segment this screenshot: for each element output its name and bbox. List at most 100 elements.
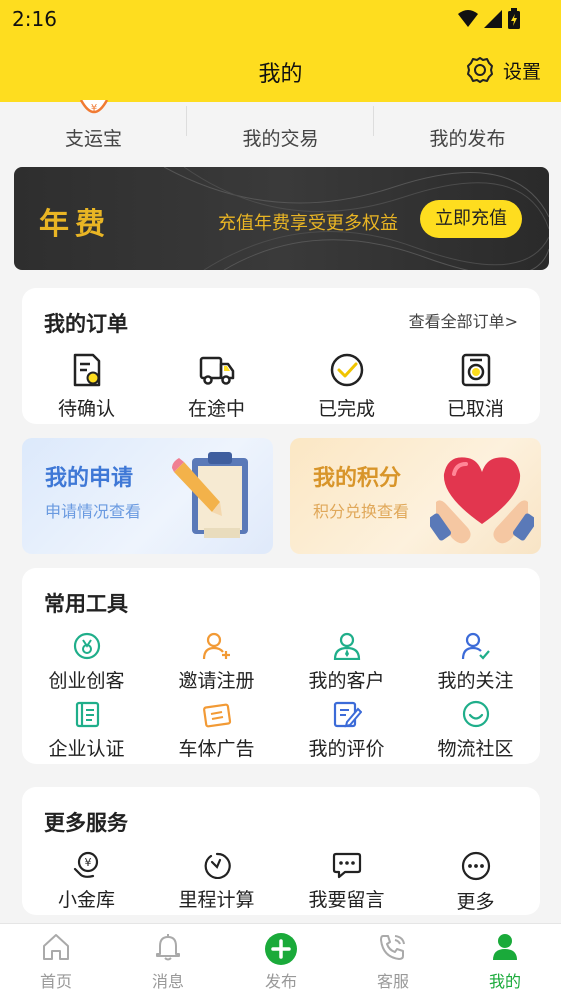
- promo-title: 我的积分: [313, 466, 402, 491]
- view-all-orders-link[interactable]: 查看全部订单>: [409, 308, 518, 332]
- message-icon: [332, 852, 361, 879]
- tool-logistics-community[interactable]: 物流社区: [411, 700, 540, 761]
- tool-vehicle-ads[interactable]: 车体广告: [152, 700, 281, 761]
- tool-my-customers[interactable]: 我的客户: [282, 632, 411, 693]
- follow-user-icon: [461, 632, 490, 660]
- order-label: 待确认: [57, 398, 115, 420]
- service-mileage-calc[interactable]: 里程计算: [152, 851, 281, 912]
- wifi-icon: [458, 10, 478, 27]
- tool-my-reviews[interactable]: 我的评价: [282, 700, 411, 761]
- orders-title: 我的订单: [44, 312, 128, 336]
- coin-icon: ¥: [79, 100, 109, 114]
- truck-icon: [199, 356, 234, 385]
- tab-label: 我的发布: [429, 128, 506, 150]
- plus-circle-icon: [265, 933, 297, 965]
- status-icons: [457, 8, 521, 30]
- order-cancelled[interactable]: 已取消: [411, 352, 540, 421]
- services-card: 更多服务 ¥ 小金库 里程计算 我要留言 更多: [22, 787, 540, 915]
- recharge-button[interactable]: 立即充值: [420, 200, 522, 238]
- nav-label: 首页: [39, 972, 72, 991]
- order-pending[interactable]: 待确认: [22, 352, 151, 421]
- service-small-vault[interactable]: ¥ 小金库: [22, 851, 151, 912]
- order-in-transit[interactable]: 在途中: [152, 352, 281, 421]
- nav-label: 消息: [151, 972, 184, 991]
- service-label: 小金库: [57, 889, 115, 911]
- tool-label: 我的评价: [308, 738, 385, 760]
- promo-subtitle: 积分兑换查看: [313, 502, 410, 521]
- tool-invite-register[interactable]: 邀请注册: [152, 632, 281, 693]
- tool-label: 车体广告: [178, 738, 255, 760]
- tab-label: 支运宝: [64, 128, 122, 150]
- add-user-icon: [202, 632, 230, 660]
- settings-button[interactable]: 设置: [465, 55, 541, 85]
- nav-label: 客服: [376, 972, 409, 991]
- tool-my-follows[interactable]: 我的关注: [411, 632, 540, 693]
- pending-doc-icon: [73, 353, 100, 387]
- nav-me[interactable]: 我的: [449, 932, 561, 992]
- promo-subtitle: 申请情况查看: [45, 502, 142, 521]
- tab-my-trades[interactable]: 我的交易: [187, 102, 374, 154]
- ad-card-icon: [202, 703, 231, 728]
- cancelled-doc-icon: [461, 353, 490, 387]
- smile-icon: [462, 700, 489, 728]
- medal-icon: [73, 632, 100, 660]
- heart-hands-icon: [430, 457, 534, 544]
- tab-label: 我的交易: [242, 128, 319, 150]
- tool-label: 企业认证: [48, 738, 125, 760]
- nav-label: 我的: [488, 972, 521, 991]
- status-time: 2:16: [12, 7, 57, 31]
- order-label: 在途中: [187, 398, 245, 420]
- fee-title: 年费: [39, 207, 111, 242]
- tool-label: 物流社区: [437, 738, 514, 760]
- more-icon: [461, 851, 490, 881]
- gear-icon: [466, 57, 493, 83]
- timer-icon: [204, 852, 231, 879]
- order-label: 已完成: [317, 398, 375, 420]
- order-completed[interactable]: 已完成: [282, 352, 411, 421]
- svg-text:¥: ¥: [84, 856, 91, 869]
- signal-icon: [484, 10, 502, 28]
- edit-note-icon: [333, 701, 362, 728]
- service-label: 我要留言: [308, 889, 385, 911]
- nav-publish[interactable]: 发布: [225, 932, 337, 992]
- check-circle-icon: [330, 353, 363, 387]
- my-applications-card[interactable]: 我的申请 申请情况查看: [22, 438, 273, 554]
- tools-title: 常用工具: [44, 592, 128, 616]
- user-icon: [493, 934, 517, 960]
- nav-customer-service[interactable]: 客服: [337, 932, 449, 992]
- service-more[interactable]: 更多: [411, 851, 540, 914]
- phone-icon: [380, 935, 405, 960]
- my-points-card[interactable]: 我的积分 积分兑换查看: [290, 438, 541, 554]
- nav-messages[interactable]: 消息: [112, 932, 224, 992]
- settings-label: 设置: [502, 60, 541, 83]
- tool-enterprise-cert[interactable]: 企业认证: [22, 700, 151, 761]
- clipboard-pencil-icon: [172, 452, 248, 538]
- tool-entrepreneur[interactable]: 创业创客: [22, 632, 151, 693]
- tools-card: 常用工具 创业创客 邀请注册 我的客户 我的关注 企业认证 车体广告 我的评价 …: [22, 568, 540, 764]
- bottom-nav: 首页 消息 发布 客服 我的: [0, 923, 561, 999]
- top-tabs: ¥ 支运宝 我的交易 我的发布: [0, 100, 561, 154]
- customer-icon: [333, 632, 360, 660]
- nav-label: 发布: [264, 972, 297, 991]
- tool-label: 邀请注册: [178, 670, 255, 692]
- tab-zhiyunbao[interactable]: ¥ 支运宝: [0, 100, 187, 154]
- tool-label: 创业创客: [48, 670, 125, 692]
- bell-icon: [156, 934, 180, 961]
- status-bar: 2:16: [0, 0, 561, 40]
- services-title: 更多服务: [44, 811, 128, 835]
- tool-label: 我的客户: [308, 670, 385, 692]
- annual-fee-banner[interactable]: 年费 充值年费享受更多权益 立即充值: [14, 167, 549, 270]
- certificate-icon: [75, 701, 99, 728]
- tab-my-posts[interactable]: 我的发布: [374, 102, 561, 154]
- coin-hand-icon: ¥: [73, 851, 98, 878]
- service-label: 里程计算: [178, 889, 255, 911]
- fee-subtitle: 充值年费享受更多权益: [218, 213, 398, 234]
- orders-card: 我的订单 查看全部订单> 待确认 在途中 已完成 已取消: [22, 288, 540, 424]
- app-header: 2:16 我的 设置: [0, 0, 561, 102]
- service-leave-message[interactable]: 我要留言: [282, 851, 411, 912]
- nav-home[interactable]: 首页: [0, 932, 112, 992]
- svg-text:¥: ¥: [91, 103, 97, 114]
- promo-title: 我的申请: [45, 466, 134, 491]
- battery-icon: [508, 8, 520, 29]
- home-icon: [43, 934, 69, 960]
